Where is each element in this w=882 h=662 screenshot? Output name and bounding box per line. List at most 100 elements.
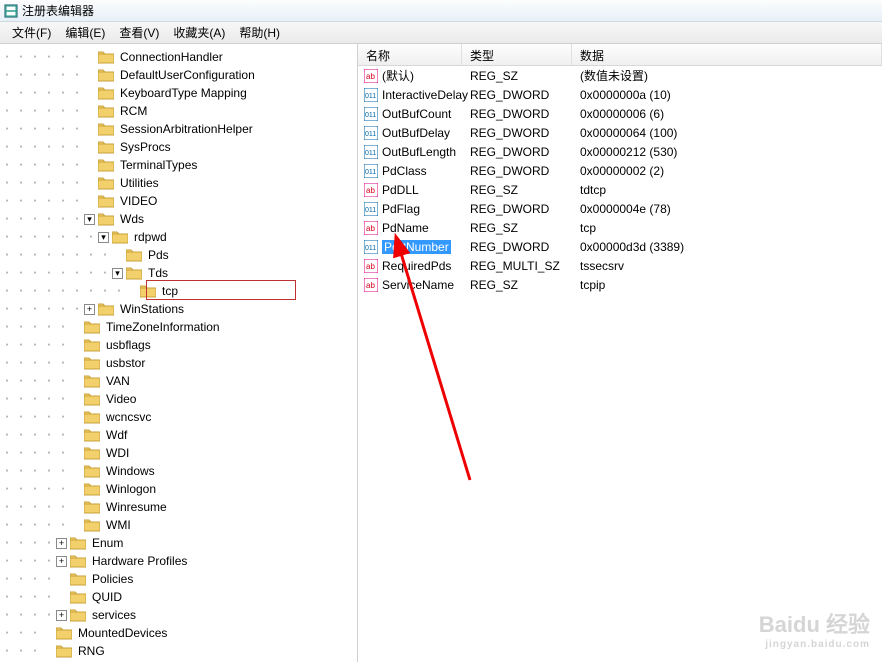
tree-item[interactable]: ·····Winlogon — [0, 480, 357, 498]
value-row[interactable]: 011PdClassREG_DWORD0x00000002 (2) — [358, 161, 882, 180]
menu-edit[interactable]: 编辑(E) — [59, 22, 111, 43]
svg-text:ab: ab — [366, 72, 375, 81]
collapse-icon[interactable]: ▾ — [112, 268, 123, 279]
col-name[interactable]: 名称 — [358, 44, 462, 65]
value-name: PdDLL — [382, 183, 419, 197]
value-row[interactable]: abServiceNameREG_SZtcpip — [358, 275, 882, 294]
value-row[interactable]: abRequiredPdsREG_MULTI_SZtssecsrv — [358, 256, 882, 275]
tree-item[interactable]: ····+Enum — [0, 534, 357, 552]
expand-icon[interactable]: + — [84, 304, 95, 315]
tree-item[interactable]: ·········tcp — [0, 282, 357, 300]
value-row[interactable]: abPdDLLREG_SZtdtcp — [358, 180, 882, 199]
tree-item[interactable]: ······TerminalTypes — [0, 156, 357, 174]
tree-item[interactable]: ····Policies — [0, 570, 357, 588]
menu-favorites[interactable]: 收藏夹(A) — [167, 22, 231, 43]
tree-item[interactable]: ·····Wdf — [0, 426, 357, 444]
expand-icon[interactable]: + — [56, 610, 67, 621]
tree-item[interactable]: ······SessionArbitrationHelper — [0, 120, 357, 138]
window-title: 注册表编辑器 — [22, 2, 94, 19]
value-name: OutBufDelay — [382, 126, 450, 140]
value-row[interactable]: 011PdFlagREG_DWORD0x0000004e (78) — [358, 199, 882, 218]
tree-label: rdpwd — [132, 228, 169, 246]
tree-item[interactable]: ······ConnectionHandler — [0, 48, 357, 66]
registry-tree[interactable]: ······ConnectionHandler······DefaultUser… — [0, 48, 357, 662]
value-list[interactable]: ab(默认)REG_SZ(数值未设置)011InteractiveDelayRE… — [358, 66, 882, 294]
value-data: 0x00000064 (100) — [572, 126, 882, 140]
tree-item[interactable]: ······▾Wds — [0, 210, 357, 228]
tree-item[interactable]: ········▾Tds — [0, 264, 357, 282]
tree-item[interactable]: ·····wcncsvc — [0, 408, 357, 426]
svg-text:011: 011 — [365, 169, 376, 176]
collapse-icon[interactable]: ▾ — [84, 214, 95, 225]
tree-item[interactable]: ······RCM — [0, 102, 357, 120]
tree-label: RNG — [76, 642, 107, 660]
value-type: REG_SZ — [462, 221, 572, 235]
tree-item[interactable]: ······+WinStations — [0, 300, 357, 318]
value-row[interactable]: 011OutBufCountREG_DWORD0x00000006 (6) — [358, 104, 882, 123]
tree-item[interactable]: ········Pds — [0, 246, 357, 264]
tree-item[interactable]: ······VIDEO — [0, 192, 357, 210]
tree-item[interactable]: ·····WMI — [0, 516, 357, 534]
tree-item[interactable]: ······SysProcs — [0, 138, 357, 156]
tree-label: RCM — [118, 102, 149, 120]
column-headers: 名称 类型 数据 — [358, 44, 882, 66]
tree-pane[interactable]: ······ConnectionHandler······DefaultUser… — [0, 44, 358, 662]
value-data: 0x00000002 (2) — [572, 164, 882, 178]
collapse-icon[interactable]: ▾ — [98, 232, 109, 243]
tree-item[interactable]: ···MountedDevices — [0, 624, 357, 642]
tree-label: WDI — [104, 444, 131, 462]
value-name: (默认) — [382, 67, 414, 84]
value-data: 0x0000000a (10) — [572, 88, 882, 102]
tree-item[interactable]: ······DefaultUserConfiguration — [0, 66, 357, 84]
tree-label: Windows — [104, 462, 157, 480]
value-data: tssecsrv — [572, 259, 882, 273]
value-data: 0x00000006 (6) — [572, 107, 882, 121]
tree-item[interactable]: ····QUID — [0, 588, 357, 606]
tree-item[interactable]: ·······▾rdpwd — [0, 228, 357, 246]
tree-label: Winresume — [104, 498, 169, 516]
value-data: 0x00000d3d (3389) — [572, 240, 882, 254]
value-name: InteractiveDelay — [382, 88, 468, 102]
tree-label: Wds — [118, 210, 146, 228]
value-row[interactable]: 011OutBufDelayREG_DWORD0x00000064 (100) — [358, 123, 882, 142]
titlebar: 注册表编辑器 — [0, 0, 882, 22]
tree-label: Hardware Profiles — [90, 552, 189, 570]
tree-item[interactable]: ····+Hardware Profiles — [0, 552, 357, 570]
value-name: PdName — [382, 221, 429, 235]
value-row[interactable]: abPdNameREG_SZtcp — [358, 218, 882, 237]
tree-label: Policies — [90, 570, 135, 588]
menu-view[interactable]: 查看(V) — [113, 22, 165, 43]
tree-label: tcp — [160, 282, 180, 300]
value-pane[interactable]: 名称 类型 数据 ab(默认)REG_SZ(数值未设置)011Interacti… — [358, 44, 882, 662]
tree-item[interactable]: ·····Windows — [0, 462, 357, 480]
menu-help[interactable]: 帮助(H) — [233, 22, 286, 43]
tree-label: usbflags — [104, 336, 153, 354]
col-data[interactable]: 数据 — [572, 44, 882, 65]
value-row[interactable]: 011PortNumberREG_DWORD0x00000d3d (3389) — [358, 237, 882, 256]
expand-icon[interactable]: + — [56, 538, 67, 549]
tree-item[interactable]: ····+services — [0, 606, 357, 624]
tree-item[interactable]: ·····usbflags — [0, 336, 357, 354]
tree-item[interactable]: ·····usbstor — [0, 354, 357, 372]
value-data: 0x00000212 (530) — [572, 145, 882, 159]
col-type[interactable]: 类型 — [462, 44, 572, 65]
tree-item[interactable]: ·····Video — [0, 390, 357, 408]
value-row[interactable]: 011OutBufLengthREG_DWORD0x00000212 (530) — [358, 142, 882, 161]
tree-item[interactable]: ·····VAN — [0, 372, 357, 390]
value-data: tcpip — [572, 278, 882, 292]
tree-label: MountedDevices — [76, 624, 169, 642]
expand-icon[interactable]: + — [56, 556, 67, 567]
tree-label: Pds — [146, 246, 171, 264]
tree-item[interactable]: ······Utilities — [0, 174, 357, 192]
tree-item[interactable]: ·····WDI — [0, 444, 357, 462]
tree-item[interactable]: ······KeyboardType Mapping — [0, 84, 357, 102]
tree-item[interactable]: ·····TimeZoneInformation — [0, 318, 357, 336]
value-row[interactable]: 011InteractiveDelayREG_DWORD0x0000000a (… — [358, 85, 882, 104]
value-row[interactable]: ab(默认)REG_SZ(数值未设置) — [358, 66, 882, 85]
menu-file[interactable]: 文件(F) — [6, 22, 57, 43]
tree-item[interactable]: ·····Winresume — [0, 498, 357, 516]
svg-text:011: 011 — [365, 93, 376, 100]
value-type: REG_DWORD — [462, 126, 572, 140]
value-type: REG_DWORD — [462, 240, 572, 254]
tree-item[interactable]: ···RNG — [0, 642, 357, 660]
